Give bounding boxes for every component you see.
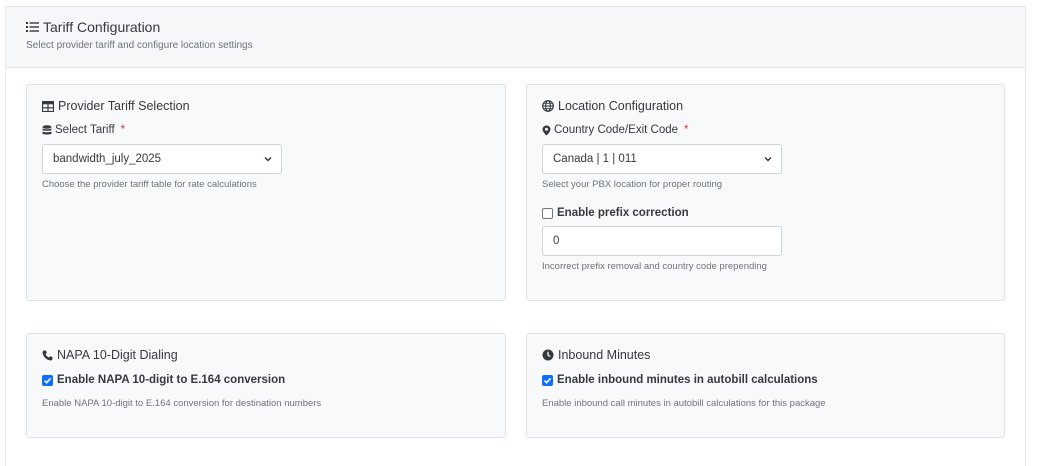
napa-dialing-panel: NAPA 10-Digit Dialing Enable NAPA 10-dig… bbox=[26, 333, 506, 438]
globe-icon bbox=[542, 100, 554, 112]
inbound-minutes-panel: Inbound Minutes Enable inbound minutes i… bbox=[526, 333, 1005, 438]
select-tariff-label-text: Select Tariff bbox=[55, 124, 115, 136]
select-tariff-label: Select Tariff * bbox=[42, 124, 125, 136]
prefix-value-text: 0 bbox=[553, 235, 560, 247]
inbound-minutes-toggle[interactable]: Enable inbound minutes in autobill calcu… bbox=[542, 374, 818, 386]
tariff-select-value: bandwidth_july_2025 bbox=[53, 153, 162, 165]
panel-title-napa: NAPA 10-Digit Dialing bbox=[42, 348, 178, 362]
panel-title-tariff-text: Provider Tariff Selection bbox=[58, 99, 190, 113]
card-header: Tariff Configuration Select provider tar… bbox=[6, 7, 1025, 68]
prefix-value-input[interactable]: 0 bbox=[542, 226, 782, 256]
country-code-help-text: Select your PBX location for proper rout… bbox=[542, 179, 723, 190]
page-subtitle: Select provider tariff and configure loc… bbox=[26, 40, 253, 51]
required-marker: * bbox=[120, 124, 126, 136]
panel-title-location-text: Location Configuration bbox=[558, 99, 684, 113]
chevron-down-icon bbox=[763, 154, 773, 164]
provider-tariff-panel: Provider Tariff Selection Select Tariff … bbox=[26, 84, 506, 301]
list-icon bbox=[26, 21, 39, 33]
clock-icon bbox=[542, 349, 554, 361]
inbound-minutes-label: Enable inbound minutes in autobill calcu… bbox=[557, 374, 818, 386]
required-marker: * bbox=[684, 124, 689, 136]
prefix-correction-label: Enable prefix correction bbox=[557, 207, 689, 219]
napa-conversion-checkbox[interactable] bbox=[42, 374, 53, 386]
panel-title-inbound-text: Inbound Minutes bbox=[558, 348, 651, 362]
prefix-correction-checkbox[interactable] bbox=[542, 207, 553, 219]
country-code-select-value: Canada | 1 | 011 bbox=[553, 153, 637, 165]
country-code-label: Country Code/Exit Code * bbox=[542, 124, 689, 136]
map-marker-icon bbox=[542, 125, 551, 136]
inbound-help-text: Enable inbound call minutes in autobill … bbox=[542, 398, 826, 409]
country-code-select[interactable]: Canada | 1 | 011 bbox=[542, 144, 782, 174]
database-icon bbox=[42, 124, 52, 136]
location-config-panel: Location Configuration Country Code/Exit… bbox=[526, 84, 1005, 301]
inbound-minutes-checkbox[interactable] bbox=[542, 374, 553, 386]
chevron-down-icon bbox=[263, 154, 273, 164]
page-title-text: Tariff Configuration bbox=[43, 19, 161, 35]
prefix-help-text: Incorrect prefix removal and country cod… bbox=[542, 261, 767, 272]
napa-conversion-label: Enable NAPA 10-digit to E.164 conversion bbox=[57, 374, 286, 386]
tariff-help-text: Choose the provider tariff table for rat… bbox=[42, 179, 257, 190]
napa-help-text: Enable NAPA 10-digit to E.164 conversion… bbox=[42, 398, 322, 409]
tariff-configuration-card: Tariff Configuration Select provider tar… bbox=[5, 6, 1026, 466]
tariff-select[interactable]: bandwidth_july_2025 bbox=[42, 144, 282, 174]
prefix-correction-toggle[interactable]: Enable prefix correction bbox=[542, 207, 689, 219]
phone-icon bbox=[42, 350, 53, 361]
panel-title-tariff: Provider Tariff Selection bbox=[42, 99, 190, 113]
panel-title-inbound: Inbound Minutes bbox=[542, 348, 650, 362]
panel-title-location: Location Configuration bbox=[542, 99, 683, 113]
napa-conversion-toggle[interactable]: Enable NAPA 10-digit to E.164 conversion bbox=[42, 374, 285, 386]
country-code-label-text: Country Code/Exit Code bbox=[554, 124, 679, 136]
panel-title-napa-text: NAPA 10-Digit Dialing bbox=[57, 348, 178, 362]
table-icon bbox=[42, 100, 54, 112]
page-title: Tariff Configuration bbox=[26, 19, 160, 35]
